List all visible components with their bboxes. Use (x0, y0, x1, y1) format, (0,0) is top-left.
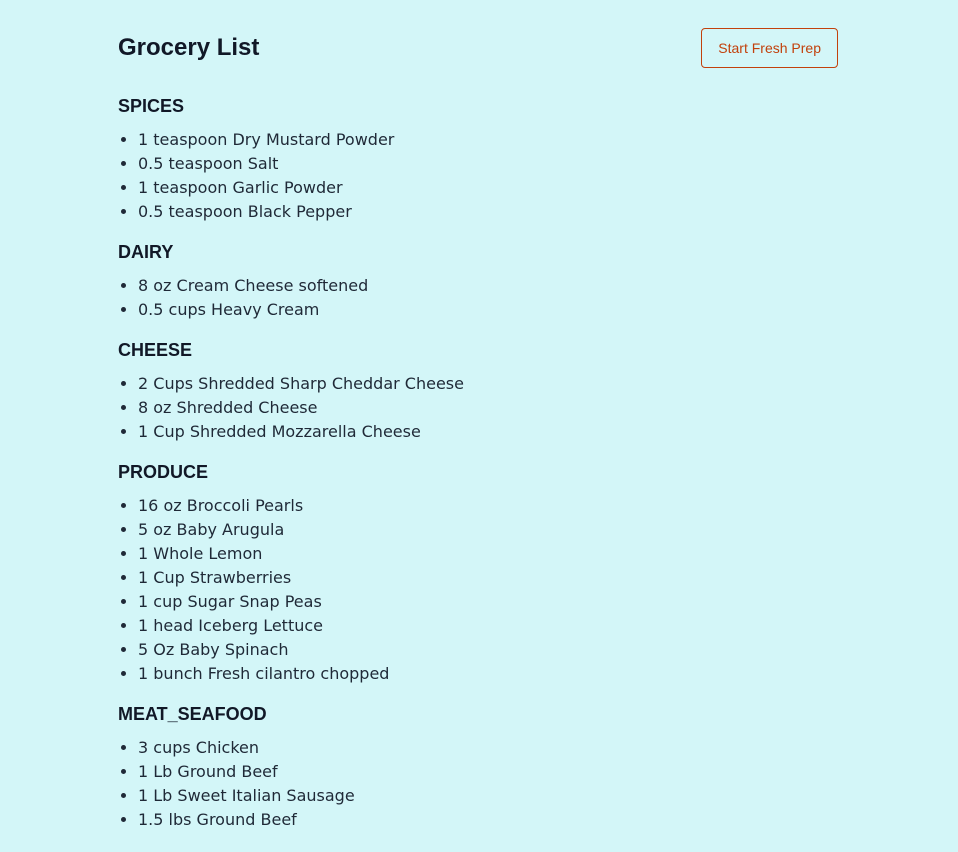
item-text: 5 Oz Baby Spinach (138, 640, 289, 659)
section-title: CHEESE (118, 340, 193, 360)
item-list: 1 teaspoon Dry Mustard Powder 0.5 teaspo… (118, 128, 838, 224)
bullet-icon (121, 671, 126, 676)
section-title: PRODUCE (118, 462, 209, 482)
item-text: 1 Cup Shredded Mozzarella Cheese (138, 422, 421, 441)
grocery-sections: SPICES 1 teaspoon Dry Mustard Powder 0.5… (118, 94, 838, 832)
item-list: 16 oz Broccoli Pearls 5 oz Baby Arugula … (118, 494, 838, 686)
list-item: 1 Cup Shredded Mozzarella Cheese (118, 420, 838, 444)
section-meat-seafood: MEAT_SEAFOOD 3 cups Chicken 1 Lb Ground … (118, 702, 838, 832)
list-item: 1 Whole Lemon (118, 542, 838, 566)
list-item: 1 Cup Strawberries (118, 566, 838, 590)
list-item: 3 cups Chicken (118, 736, 838, 760)
grocery-list-page: Grocery List Start Fresh Prep SPICES 1 t… (118, 28, 838, 848)
list-item: 0.5 teaspoon Black Pepper (118, 200, 838, 224)
bullet-icon (121, 647, 126, 652)
list-item: 16 oz Broccoli Pearls (118, 494, 838, 518)
item-text: 8 oz Shredded Cheese (138, 398, 318, 417)
item-text: 1 bunch Fresh cilantro chopped (138, 664, 390, 683)
item-text: 1.5 lbs Ground Beef (138, 810, 297, 829)
item-text: 1 cup Sugar Snap Peas (138, 592, 322, 611)
list-item: 0.5 teaspoon Salt (118, 152, 838, 176)
item-text: 16 oz Broccoli Pearls (138, 496, 304, 515)
bullet-icon (121, 769, 126, 774)
list-item: 1 Lb Sweet Italian Sausage (118, 784, 838, 808)
list-item: 8 oz Shredded Cheese (118, 396, 838, 420)
list-item: 5 Oz Baby Spinach (118, 638, 838, 662)
bullet-icon (121, 793, 126, 798)
item-text: 1 Lb Sweet Italian Sausage (138, 786, 355, 805)
bullet-icon (121, 745, 126, 750)
item-text: 1 Whole Lemon (138, 544, 263, 563)
bullet-icon (121, 551, 126, 556)
bullet-icon (121, 209, 126, 214)
list-item: 5 oz Baby Arugula (118, 518, 838, 542)
item-list: 8 oz Cream Cheese softened 0.5 cups Heav… (118, 274, 838, 322)
item-text: 1 teaspoon Dry Mustard Powder (138, 130, 395, 149)
section-title: DAIRY (118, 242, 174, 262)
bullet-icon (121, 623, 126, 628)
section-title: SPICES (118, 96, 185, 116)
bullet-icon (121, 161, 126, 166)
item-text: 5 oz Baby Arugula (138, 520, 285, 539)
item-text: 0.5 cups Heavy Cream (138, 300, 320, 319)
page-title: Grocery List (118, 34, 260, 61)
item-text: 2 Cups Shredded Sharp Cheddar Cheese (138, 374, 464, 393)
item-text: 0.5 teaspoon Salt (138, 154, 279, 173)
item-text: 1 teaspoon Garlic Powder (138, 178, 343, 197)
section-cheese: CHEESE 2 Cups Shredded Sharp Cheddar Che… (118, 338, 838, 444)
item-list: 3 cups Chicken 1 Lb Ground Beef 1 Lb Swe… (118, 736, 838, 832)
section-produce: PRODUCE 16 oz Broccoli Pearls 5 oz Baby … (118, 460, 838, 686)
bullet-icon (121, 429, 126, 434)
section-spices: SPICES 1 teaspoon Dry Mustard Powder 0.5… (118, 94, 838, 224)
item-text: 1 Lb Ground Beef (138, 762, 278, 781)
list-item: 8 oz Cream Cheese softened (118, 274, 838, 298)
page-header: Grocery List Start Fresh Prep (118, 28, 838, 68)
section-title: MEAT_SEAFOOD (118, 704, 267, 724)
list-item: 1.5 lbs Ground Beef (118, 808, 838, 832)
list-item: 1 bunch Fresh cilantro chopped (118, 662, 838, 686)
list-item: 2 Cups Shredded Sharp Cheddar Cheese (118, 372, 838, 396)
item-text: 0.5 teaspoon Black Pepper (138, 202, 352, 221)
bullet-icon (121, 381, 126, 386)
bullet-icon (121, 405, 126, 410)
list-item: 1 head Iceberg Lettuce (118, 614, 838, 638)
item-text: 8 oz Cream Cheese softened (138, 276, 369, 295)
item-text: 1 head Iceberg Lettuce (138, 616, 323, 635)
start-fresh-prep-button[interactable]: Start Fresh Prep (701, 28, 838, 68)
item-text: 1 Cup Strawberries (138, 568, 292, 587)
item-list: 2 Cups Shredded Sharp Cheddar Cheese 8 o… (118, 372, 838, 444)
bullet-icon (121, 137, 126, 142)
list-item: 0.5 cups Heavy Cream (118, 298, 838, 322)
bullet-icon (121, 817, 126, 822)
list-item: 1 Lb Ground Beef (118, 760, 838, 784)
bullet-icon (121, 307, 126, 312)
list-item: 1 teaspoon Dry Mustard Powder (118, 128, 838, 152)
list-item: 1 cup Sugar Snap Peas (118, 590, 838, 614)
bullet-icon (121, 599, 126, 604)
bullet-icon (121, 503, 126, 508)
bullet-icon (121, 575, 126, 580)
bullet-icon (121, 527, 126, 532)
list-item: 1 teaspoon Garlic Powder (118, 176, 838, 200)
bullet-icon (121, 185, 126, 190)
section-dairy: DAIRY 8 oz Cream Cheese softened 0.5 cup… (118, 240, 838, 322)
bullet-icon (121, 283, 126, 288)
item-text: 3 cups Chicken (138, 738, 260, 757)
